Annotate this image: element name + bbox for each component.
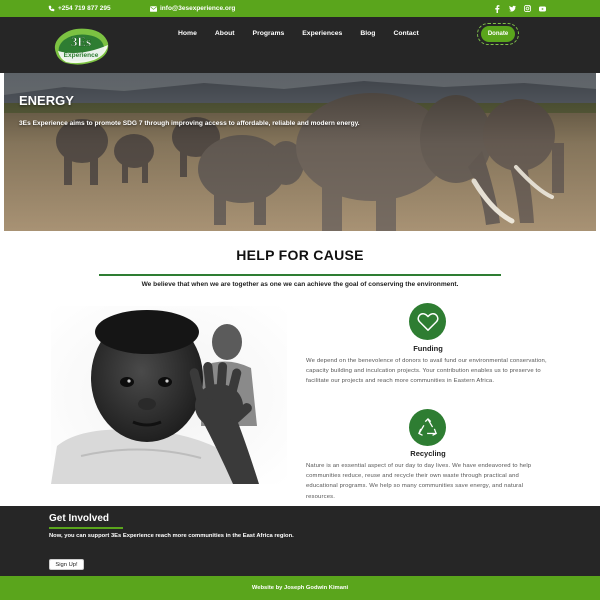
sign-up-button[interactable]: Sign Up! [49,559,84,570]
site-logo[interactable]: 3Es Experience [50,25,112,67]
elephants-photo [4,73,596,231]
feature-title-funding: Funding [413,344,443,353]
logo-mark: 3Es [71,34,91,49]
recycle-icon [417,417,437,436]
feature-text-funding: We depend on the benevolence of donors t… [306,358,547,385]
email-address: info@3esexperience.org [160,5,236,12]
child-photo [51,306,287,484]
nav-programs[interactable]: Programs [253,30,285,37]
feature-text-recycling: Nature is an essential aspect of our day… [306,463,532,500]
main-navigation: 3Es Experience Home About Programs Exper… [0,17,600,73]
donate-button-outline: Donate [477,23,519,45]
phone-contact[interactable]: +254 719 877 295 [48,0,111,17]
hero-title: ENERGY [19,93,74,108]
feature-title-recycling: Recycling [410,449,446,458]
hero-subtitle: 3Es Experience aims to promote SDG 7 thr… [19,120,360,127]
nav-menu: Home About Programs Experiences Blog Con… [178,17,419,49]
footer-credit: Website by Joseph Godwin Kimani [251,585,349,591]
youtube-icon[interactable] [539,5,546,12]
get-involved-text: Now, you can support 3Es Experience reac… [49,533,294,539]
nav-experiences[interactable]: Experiences [302,30,342,37]
site-footer: Website by Joseph Godwin Kimani [0,576,600,600]
instagram-icon[interactable] [524,5,531,12]
get-involved-section: Get Involved Now, you can support 3Es Ex… [0,506,600,576]
envelope-icon [150,5,157,12]
twitter-icon[interactable] [509,5,516,12]
hero-banner: ENERGY 3Es Experience aims to promote SD… [4,73,596,231]
recycle-icon-badge [409,409,446,446]
email-contact[interactable]: info@3esexperience.org [150,0,235,17]
top-contact-bar: +254 719 877 295 info@3esexperience.org [0,0,600,17]
nav-contact[interactable]: Contact [393,30,418,37]
logo-wordmark: Experience [64,52,99,59]
phone-icon [48,5,55,12]
heart-icon-badge [409,303,446,340]
section-title: HELP FOR CAUSE [236,247,364,263]
donate-button[interactable]: Donate [481,26,515,42]
nav-blog[interactable]: Blog [360,30,375,37]
nav-about[interactable]: About [215,30,235,37]
nav-home[interactable]: Home [178,30,197,37]
facebook-icon[interactable] [494,4,501,13]
get-involved-underline [49,527,123,529]
phone-number: +254 719 877 295 [58,5,111,12]
get-involved-title: Get Involved [49,513,110,524]
section-lead: We believe that when we are together as … [141,281,459,288]
social-links [494,0,546,17]
section-divider [99,274,501,276]
heart-icon [416,312,439,331]
